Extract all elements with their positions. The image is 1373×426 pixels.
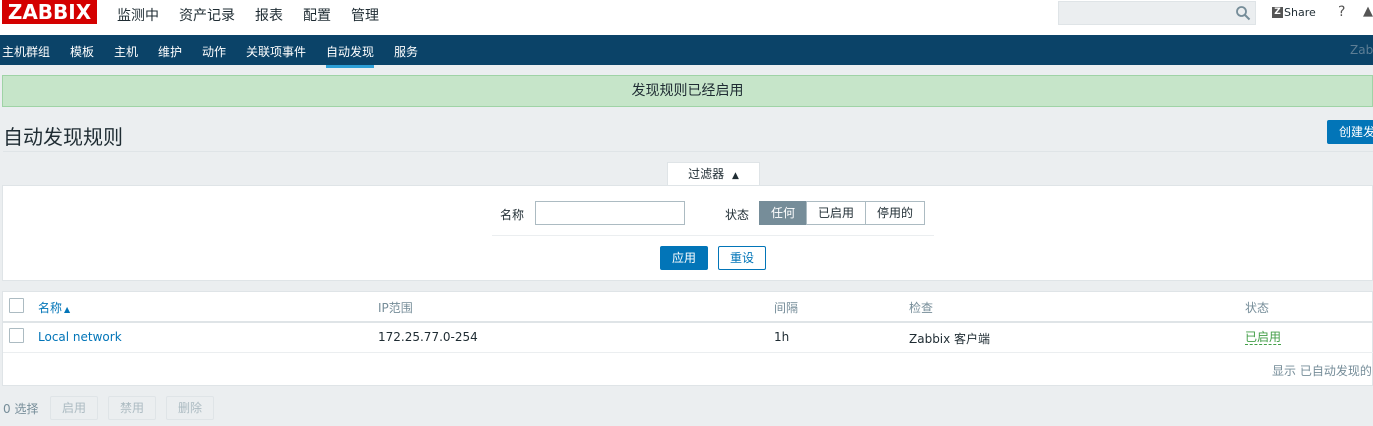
top-bar: ZABBIX 监测中 资产记录 报表 配置 管理 Z Share ? ▲ bbox=[0, 0, 1373, 41]
discovery-rules-table bbox=[2, 291, 1373, 386]
menu-inventory[interactable]: 资产记录 bbox=[179, 5, 235, 25]
enable-selected-button[interactable]: 启用 bbox=[50, 396, 98, 420]
sub-navigation: 主机群组 模板 主机 维护 动作 关联项事件 自动发现 服务 Zabb bbox=[0, 35, 1373, 68]
status-any-option[interactable]: 任何 bbox=[759, 201, 807, 225]
subnav-hosts[interactable]: 主机 bbox=[114, 43, 138, 60]
subnav-host-groups[interactable]: 主机群组 bbox=[2, 43, 50, 60]
success-message: 发现规则已经启用 bbox=[2, 75, 1373, 107]
subnav-services[interactable]: 服务 bbox=[394, 43, 418, 60]
divider bbox=[492, 235, 934, 236]
subnav-templates[interactable]: 模板 bbox=[70, 43, 94, 60]
select-all-checkbox[interactable] bbox=[9, 298, 24, 313]
delete-selected-button[interactable]: 删除 bbox=[166, 396, 214, 420]
rule-status-toggle[interactable]: 已启用 bbox=[1245, 330, 1282, 345]
rule-interval: 1h bbox=[774, 330, 790, 344]
column-header-interval: 间隔 bbox=[774, 301, 799, 315]
subnav-discovery[interactable]: 自动发现 bbox=[326, 43, 375, 68]
share-label: Share bbox=[1284, 6, 1316, 19]
collapse-arrow-icon: ▲ bbox=[731, 171, 739, 181]
menu-monitoring[interactable]: 监测中 bbox=[117, 5, 159, 25]
row-checkbox[interactable] bbox=[9, 328, 24, 343]
filter-tab-label: 过滤器 bbox=[688, 167, 725, 181]
filter-name-label: 名称 bbox=[500, 208, 525, 222]
user-icon[interactable]: ▲ bbox=[1363, 4, 1373, 19]
column-header-status: 状态 bbox=[1245, 301, 1270, 315]
subnav-actions[interactable]: 动作 bbox=[202, 43, 226, 60]
filter-status-label: 状态 bbox=[725, 208, 750, 222]
menu-reports[interactable]: 报表 bbox=[255, 5, 283, 25]
subnav-event-correlation[interactable]: 关联项事件 bbox=[246, 43, 306, 60]
rule-checks: Zabbix 客户端 bbox=[909, 332, 991, 346]
apply-button[interactable]: 应用 bbox=[660, 246, 708, 270]
table-header-divider bbox=[3, 321, 1373, 323]
subnav-maintenance[interactable]: 维护 bbox=[158, 43, 182, 60]
menu-administration[interactable]: 管理 bbox=[351, 5, 379, 25]
status-enabled-option[interactable]: 已启用 bbox=[806, 201, 866, 225]
help-icon[interactable]: ? bbox=[1338, 4, 1345, 20]
menu-configuration[interactable]: 配置 bbox=[303, 5, 331, 41]
column-header-ip-range: IP范围 bbox=[378, 301, 413, 315]
share-button[interactable]: Z Share bbox=[1272, 6, 1316, 19]
rule-ip-range: 172.25.77.0-254 bbox=[378, 330, 478, 344]
reset-button[interactable]: 重设 bbox=[718, 246, 766, 270]
rule-name-link[interactable]: Local network bbox=[38, 330, 122, 344]
selected-count: 0 选择 bbox=[3, 402, 39, 416]
row-divider bbox=[3, 352, 1373, 353]
divider bbox=[3, 151, 1373, 152]
zabbix-logo[interactable]: ZABBIX bbox=[2, 0, 97, 24]
search-input[interactable] bbox=[1058, 1, 1256, 25]
share-icon: Z bbox=[1272, 7, 1283, 18]
page-title: 自动发现规则 bbox=[3, 125, 123, 149]
status-disabled-option[interactable]: 停用的 bbox=[865, 201, 925, 225]
column-header-name[interactable]: 名称 ▲ bbox=[38, 299, 70, 316]
filter-tab[interactable]: 过滤器 ▲ bbox=[667, 162, 760, 186]
disable-selected-button[interactable]: 禁用 bbox=[108, 396, 156, 420]
subnav-brand: Zabb bbox=[1350, 43, 1373, 57]
search-icon[interactable] bbox=[1235, 5, 1251, 21]
filter-name-input[interactable] bbox=[535, 201, 685, 225]
table-footer-stats: 显示 已自动发现的 bbox=[1272, 364, 1372, 378]
create-discovery-rule-button[interactable]: 创建发 bbox=[1327, 120, 1373, 144]
sort-asc-icon: ▲ bbox=[64, 305, 71, 314]
column-header-checks: 检查 bbox=[909, 301, 934, 315]
